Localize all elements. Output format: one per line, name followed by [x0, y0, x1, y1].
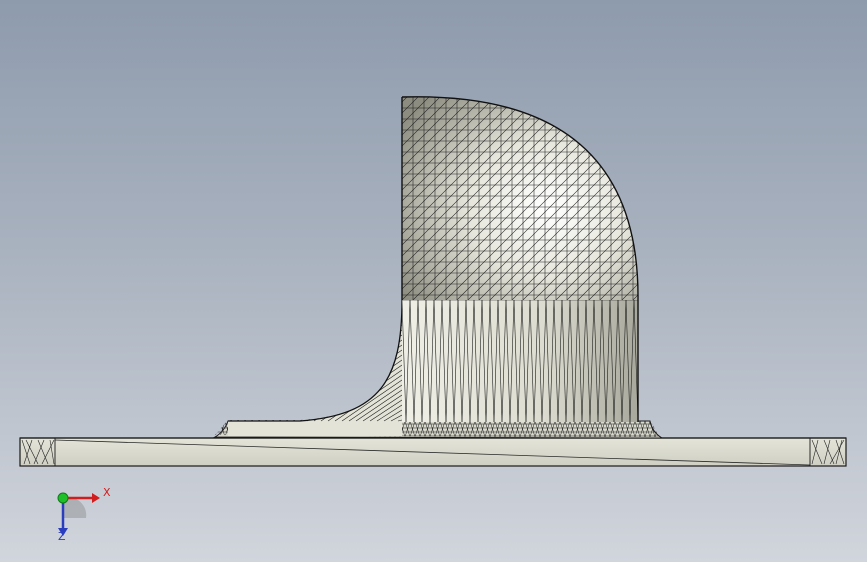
base-plate[interactable]	[19, 437, 847, 467]
mesh-model[interactable]	[0, 0, 867, 562]
concave-fillet-surface[interactable]	[228, 299, 403, 436]
graphics-viewport[interactable]: X Z	[0, 0, 867, 562]
z-axis-label: Z	[58, 530, 66, 543]
y-axis-dot	[57, 492, 69, 504]
cylinder-wall-surface[interactable]	[402, 300, 642, 422]
coordinate-triad: X Z	[40, 478, 120, 548]
x-axis-label: X	[103, 486, 111, 499]
